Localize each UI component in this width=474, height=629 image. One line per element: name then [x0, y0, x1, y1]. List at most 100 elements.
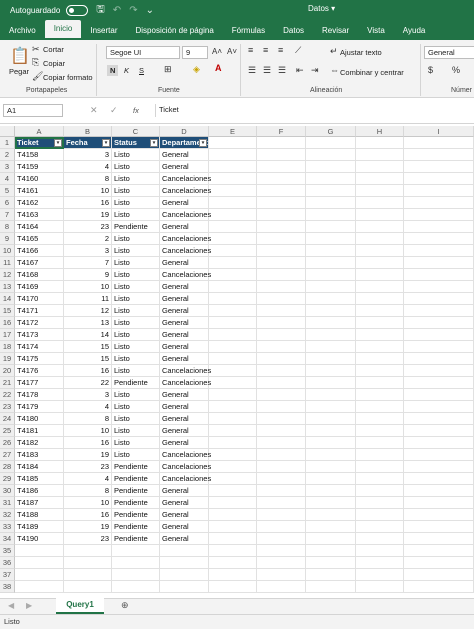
empty-cell[interactable] — [356, 221, 404, 233]
empty-cell[interactable] — [356, 365, 404, 377]
empty-cell[interactable] — [257, 461, 306, 473]
row-header[interactable]: 17 — [0, 329, 15, 341]
select-all-corner[interactable] — [0, 126, 15, 137]
table-cell[interactable]: 16 — [64, 365, 112, 377]
table-cell[interactable]: 23 — [64, 461, 112, 473]
table-cell[interactable]: T4168 — [15, 269, 64, 281]
empty-cell[interactable] — [356, 329, 404, 341]
empty-cell[interactable] — [306, 377, 356, 389]
empty-cell[interactable] — [306, 533, 356, 545]
empty-cell[interactable] — [15, 581, 64, 593]
tab-ayuda[interactable]: Ayuda — [394, 26, 435, 40]
empty-cell[interactable] — [306, 521, 356, 533]
empty-cell[interactable] — [404, 413, 474, 425]
empty-cell[interactable] — [356, 317, 404, 329]
table-cell[interactable]: General — [160, 149, 209, 161]
empty-cell[interactable] — [404, 377, 474, 389]
empty-cell[interactable] — [356, 305, 404, 317]
table-header-cell[interactable]: Departamento ▾ — [160, 137, 209, 149]
table-cell[interactable]: General — [160, 329, 209, 341]
empty-cell[interactable] — [356, 449, 404, 461]
save-icon[interactable]: 🖫 — [96, 2, 105, 19]
wrap-text-icon[interactable]: ↵ — [330, 46, 338, 57]
table-cell[interactable]: General — [160, 413, 209, 425]
empty-cell[interactable] — [306, 401, 356, 413]
empty-cell[interactable] — [257, 377, 306, 389]
empty-cell[interactable] — [15, 569, 64, 581]
empty-cell[interactable] — [257, 401, 306, 413]
empty-cell[interactable] — [209, 521, 257, 533]
table-cell[interactable]: Cancelaciones — [160, 209, 211, 221]
filter-dropdown-icon[interactable]: ▾ — [54, 139, 62, 147]
tab-disposición-de-página[interactable]: Disposición de página — [127, 26, 223, 40]
row-header[interactable]: 26 — [0, 437, 15, 449]
table-cell[interactable]: Listo — [112, 149, 160, 161]
empty-cell[interactable] — [112, 545, 160, 557]
table-cell[interactable]: General — [160, 281, 209, 293]
empty-cell[interactable] — [306, 497, 356, 509]
prev-sheet-icon[interactable]: ◀ — [8, 601, 14, 610]
empty-cell[interactable] — [356, 521, 404, 533]
name-box[interactable]: A1 — [3, 104, 63, 117]
table-cell[interactable]: Listo — [112, 425, 160, 437]
table-cell[interactable]: 4 — [64, 473, 112, 485]
table-cell[interactable]: T4177 — [15, 377, 64, 389]
empty-cell[interactable] — [356, 389, 404, 401]
empty-cell[interactable] — [209, 545, 257, 557]
row-header[interactable]: 14 — [0, 293, 15, 305]
empty-cell[interactable] — [404, 305, 474, 317]
next-sheet-icon[interactable]: ▶ — [26, 601, 32, 610]
merge-center-button[interactable]: Combinar y centrar — [340, 68, 404, 77]
empty-cell[interactable] — [257, 317, 306, 329]
table-cell[interactable]: 23 — [64, 221, 112, 233]
empty-cell[interactable] — [257, 497, 306, 509]
empty-cell[interactable] — [306, 557, 356, 569]
table-cell[interactable]: General — [160, 317, 209, 329]
column-header-g[interactable]: G — [306, 126, 356, 137]
table-cell[interactable]: 16 — [64, 509, 112, 521]
empty-cell[interactable] — [306, 209, 356, 221]
empty-cell[interactable] — [356, 137, 404, 149]
empty-cell[interactable] — [209, 437, 257, 449]
empty-cell[interactable] — [306, 293, 356, 305]
table-cell[interactable]: T4182 — [15, 437, 64, 449]
empty-cell[interactable] — [257, 149, 306, 161]
table-cell[interactable]: T4187 — [15, 497, 64, 509]
filter-dropdown-icon[interactable]: ▾ — [150, 139, 158, 147]
empty-cell[interactable] — [209, 365, 257, 377]
merge-center-icon[interactable]: ⇔ — [330, 65, 339, 75]
table-cell[interactable]: T4186 — [15, 485, 64, 497]
empty-cell[interactable] — [356, 233, 404, 245]
table-cell[interactable]: T4175 — [15, 353, 64, 365]
empty-cell[interactable] — [112, 581, 160, 593]
number-format-select[interactable]: General — [424, 46, 474, 59]
empty-cell[interactable] — [306, 425, 356, 437]
table-cell[interactable]: 15 — [64, 341, 112, 353]
empty-cell[interactable] — [356, 569, 404, 581]
empty-cell[interactable] — [257, 305, 306, 317]
empty-cell[interactable] — [356, 341, 404, 353]
table-cell[interactable]: General — [160, 521, 209, 533]
empty-cell[interactable] — [306, 581, 356, 593]
row-header[interactable]: 35 — [0, 545, 15, 557]
empty-cell[interactable] — [404, 353, 474, 365]
table-cell[interactable]: 19 — [64, 521, 112, 533]
column-header-c[interactable]: C — [112, 126, 160, 137]
empty-cell[interactable] — [257, 449, 306, 461]
row-header[interactable]: 23 — [0, 401, 15, 413]
table-cell[interactable]: Listo — [112, 257, 160, 269]
worksheet-grid[interactable]: A B C D E F G H I 1 Ticket ▾ Fecha ▾ Status ▾ Departamen… — [0, 126, 474, 598]
empty-cell[interactable] — [356, 509, 404, 521]
empty-cell[interactable] — [306, 473, 356, 485]
table-cell[interactable]: 8 — [64, 485, 112, 497]
empty-cell[interactable] — [306, 305, 356, 317]
empty-cell[interactable] — [209, 377, 257, 389]
document-title[interactable]: Datos ▾ — [308, 4, 335, 13]
table-cell[interactable]: 3 — [64, 389, 112, 401]
empty-cell[interactable] — [404, 521, 474, 533]
empty-cell[interactable] — [257, 293, 306, 305]
align-top-icon[interactable]: ≡ — [248, 45, 253, 55]
empty-cell[interactable] — [257, 557, 306, 569]
empty-cell[interactable] — [306, 365, 356, 377]
empty-cell[interactable] — [209, 281, 257, 293]
